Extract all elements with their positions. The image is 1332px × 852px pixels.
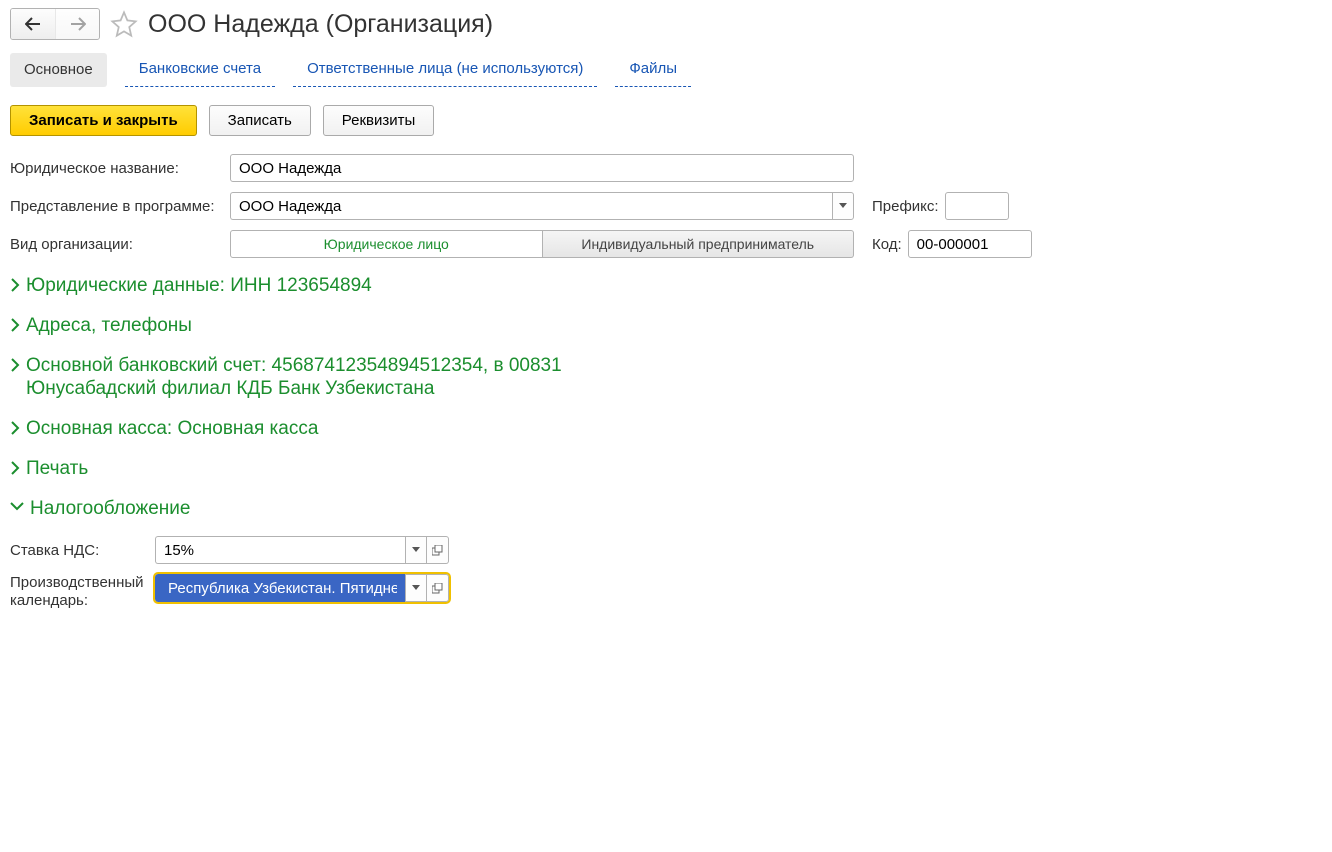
vat-rate-label: Ставка НДС:: [10, 542, 155, 559]
legal-name-label: Юридическое название:: [10, 160, 230, 177]
chevron-down-icon: [839, 203, 847, 209]
chevron-right-icon: [10, 461, 20, 475]
favorite-star-icon[interactable]: [110, 10, 138, 38]
page-title: ООО Надежда (Организация): [148, 10, 493, 39]
tab-responsible[interactable]: Ответственные лица (не используются): [293, 52, 597, 87]
display-name-label: Представление в программе:: [10, 198, 230, 215]
vat-dropdown-button[interactable]: [405, 536, 427, 564]
code-input[interactable]: [908, 230, 1032, 258]
section-legal-data[interactable]: Юридические данные: ИНН 123654894: [10, 274, 1322, 298]
display-name-input[interactable]: [230, 192, 832, 220]
chevron-right-icon: [10, 318, 20, 332]
calendar-label: Производственный календарь:: [10, 574, 155, 609]
vat-rate-input[interactable]: [155, 536, 405, 564]
display-name-dropdown-button[interactable]: [832, 192, 854, 220]
nav-forward-button[interactable]: [55, 9, 99, 39]
section-taxation[interactable]: Налогообложение: [10, 497, 1322, 521]
open-icon: [432, 545, 443, 556]
calendar-input[interactable]: [155, 574, 405, 602]
arrow-right-icon: [70, 17, 86, 31]
chevron-down-icon: [412, 585, 420, 591]
calendar-dropdown-button[interactable]: [405, 574, 427, 602]
chevron-right-icon: [10, 278, 20, 292]
tab-main[interactable]: Основное: [10, 53, 107, 87]
prefix-label: Префикс:: [872, 198, 939, 215]
prefix-input[interactable]: [945, 192, 1009, 220]
org-type-legal-toggle[interactable]: Юридическое лицо: [230, 230, 543, 258]
requisites-button[interactable]: Реквизиты: [323, 105, 435, 136]
org-type-ip-toggle[interactable]: Индивидуальный предприниматель: [543, 230, 855, 258]
chevron-down-icon: [10, 501, 24, 511]
tab-files[interactable]: Файлы: [615, 52, 691, 87]
save-and-close-button[interactable]: Записать и закрыть: [10, 105, 197, 136]
chevron-right-icon: [10, 358, 20, 372]
open-icon: [432, 583, 443, 594]
tab-bank-accounts[interactable]: Банковские счета: [125, 52, 275, 87]
save-button[interactable]: Записать: [209, 105, 311, 136]
org-type-label: Вид организации:: [10, 236, 230, 253]
nav-back-button[interactable]: [11, 9, 55, 39]
section-print[interactable]: Печать: [10, 457, 1322, 481]
section-bank-account[interactable]: Основной банковский счет: 45687412354894…: [10, 354, 1322, 402]
chevron-right-icon: [10, 421, 20, 435]
calendar-open-button[interactable]: [427, 574, 449, 602]
legal-name-input[interactable]: [230, 154, 854, 182]
section-addresses[interactable]: Адреса, телефоны: [10, 314, 1322, 338]
vat-open-button[interactable]: [427, 536, 449, 564]
code-label: Код:: [872, 236, 902, 253]
section-cash[interactable]: Основная касса: Основная касса: [10, 417, 1322, 441]
chevron-down-icon: [412, 547, 420, 553]
arrow-left-icon: [25, 17, 41, 31]
